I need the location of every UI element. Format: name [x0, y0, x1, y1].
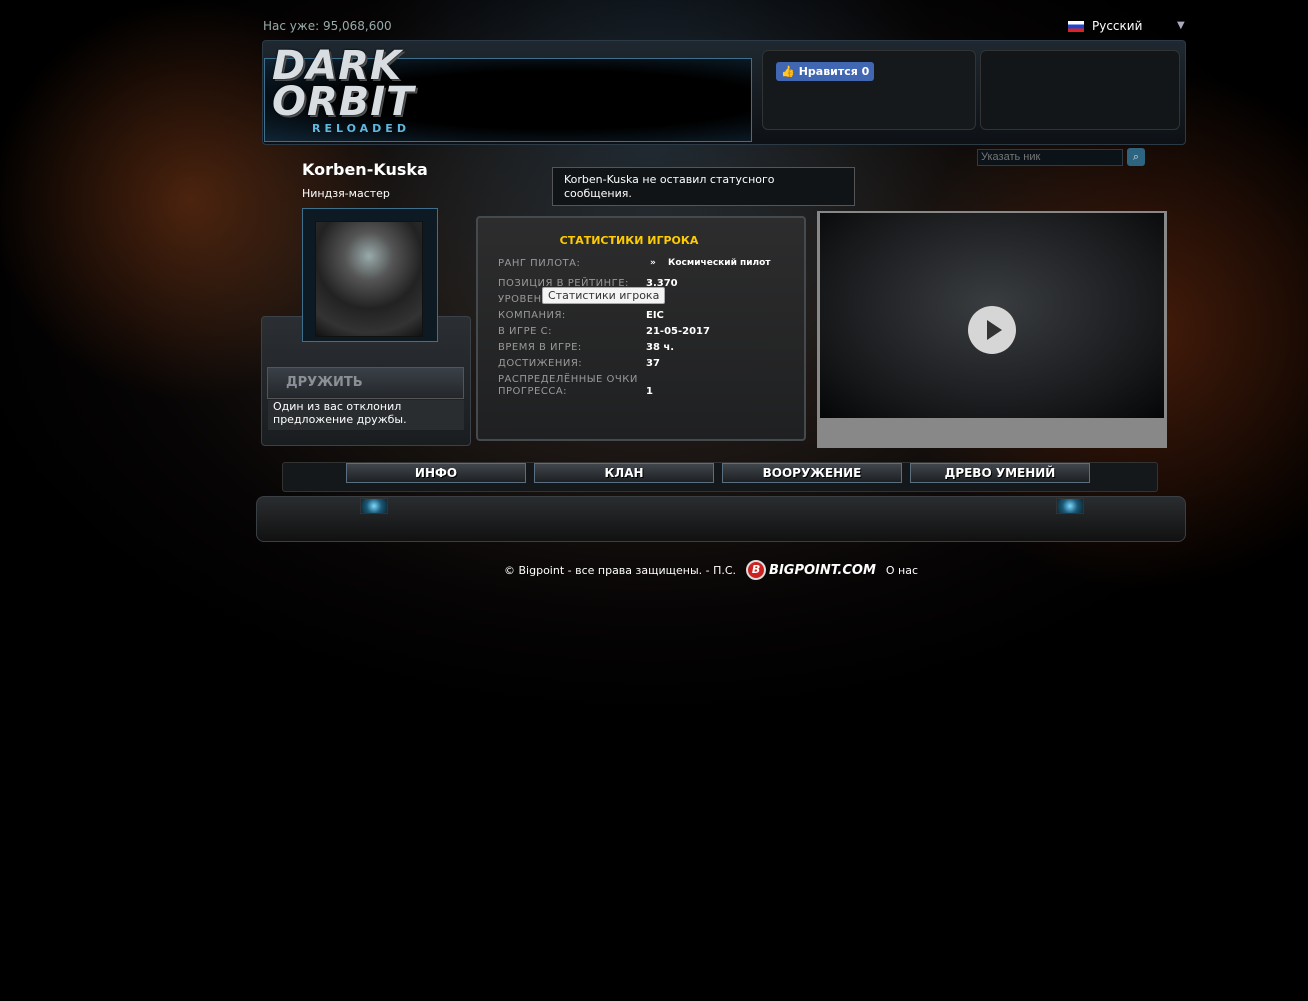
bigpoint-logo[interactable]: B BIGPOINT.COM — [746, 560, 876, 580]
like-label: Нравится 0 — [798, 65, 870, 78]
darkorbit-logo[interactable]: DARK ORBIT — [272, 46, 415, 125]
player-search: ⌕ — [977, 148, 1145, 166]
player-counter: Нас уже: 95,068,600 — [263, 19, 392, 33]
tooltip: Статистики игрока — [542, 287, 666, 304]
stats-title: СТАТИСТИКИ ИГРОКА — [559, 234, 699, 247]
light-icon — [360, 498, 388, 514]
stat-label: ДОСТИЖЕНИЯ: — [498, 358, 583, 369]
stat-value: 38 ч. — [646, 342, 675, 353]
tab-equipment[interactable]: ВООРУЖЕНИЕ — [722, 463, 902, 483]
language-selector[interactable]: Русский — [1068, 19, 1142, 33]
tab-skill-tree[interactable]: ДРЕВО УМЕНИЙ — [910, 463, 1090, 483]
play-icon[interactable] — [968, 306, 1016, 354]
search-icon[interactable]: ⌕ — [1127, 148, 1145, 166]
social-box-right — [980, 50, 1180, 130]
chevron-down-icon[interactable]: ▼ — [1177, 20, 1185, 31]
russia-flag-icon — [1068, 20, 1084, 32]
add-friend-button[interactable]: ДРУЖИТЬ — [267, 367, 464, 399]
light-icon — [1056, 498, 1084, 514]
stat-label: РАСПРЕДЕЛЁННЫЕ ОЧКИ ПРОГРЕССА: — [498, 374, 638, 397]
about-link[interactable]: О нас — [886, 564, 918, 577]
avatar-frame — [302, 208, 438, 342]
logo-subtitle: RELOADED — [312, 122, 410, 135]
stat-label: В ИГРЕ С: — [498, 326, 552, 337]
tab-clan[interactable]: КЛАН — [534, 463, 714, 483]
facebook-like-button[interactable]: 👍 Нравится 0 — [776, 62, 875, 81]
stat-value: 21-05-2017 — [646, 326, 710, 337]
stat-value: 1 — [646, 386, 653, 397]
copyright[interactable]: © Bigpoint - все права защищены. - П.С. — [504, 564, 736, 577]
footer: © Bigpoint - все права защищены. - П.С. … — [504, 560, 918, 580]
logo-text: ORBIT — [272, 79, 415, 125]
thumbs-up-icon: 👍 — [781, 65, 795, 78]
stat-label: РАНГ ПИЛОТА: — [498, 258, 581, 269]
stat-label: КОМПАНИЯ: — [498, 310, 566, 321]
bigpoint-icon: B — [746, 560, 767, 580]
stat-value: EIC — [646, 310, 664, 321]
player-title: Ниндзя-мастер — [302, 187, 390, 200]
brand-text: BIGPOINT.COM — [769, 562, 876, 578]
language-label: Русский — [1092, 19, 1143, 33]
rank-icon: » — [650, 258, 656, 268]
search-input[interactable] — [977, 148, 1123, 166]
stat-label: ВРЕМЯ В ИГРЕ: — [498, 342, 582, 353]
status-message: Korben-Kuska не оставил статусного сообщ… — [552, 167, 855, 206]
stat-value: Космический пилот — [668, 258, 771, 268]
friend-message: Один из вас отклонил предложение дружбы. — [268, 400, 464, 430]
tab-info[interactable]: ИНФО — [346, 463, 526, 483]
bottom-frame — [256, 496, 1186, 542]
player-name: Korben-Kuska — [302, 160, 428, 179]
avatar — [315, 221, 423, 337]
stat-value: 37 — [646, 358, 660, 369]
